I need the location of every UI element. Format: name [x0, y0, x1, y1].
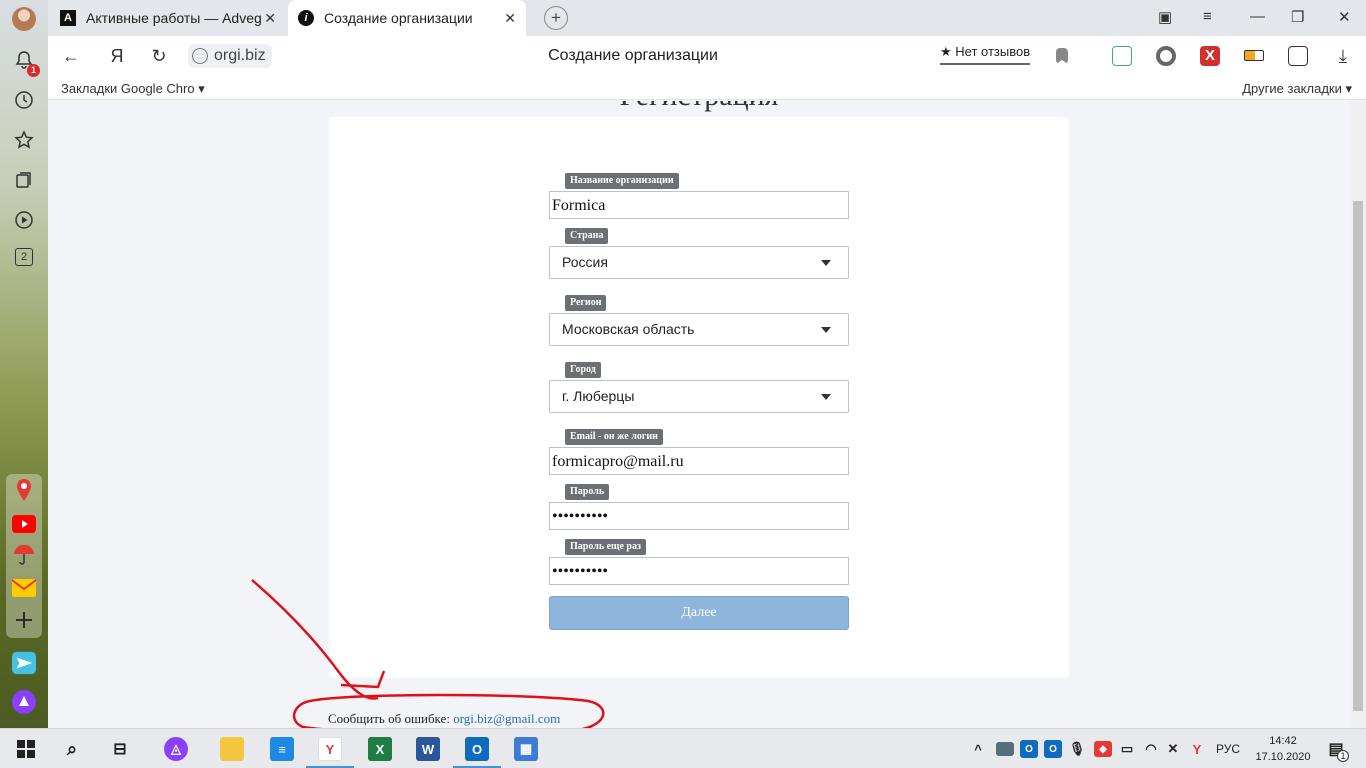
windows-taskbar: ⌕ ⊟ ◬ ≡ Y X W O ▦ ^ O O 🎙 ◆ ▭ ◠ ✕ Y РУС …	[0, 728, 1366, 768]
keyboard-language[interactable]: РУС	[1216, 742, 1240, 756]
other-bookmarks[interactable]: Другие закладки ▾	[1242, 81, 1352, 97]
tab-label: Создание организации	[324, 10, 473, 26]
tab-counter[interactable]: 2	[15, 248, 33, 266]
address-bar: ← Я ↻ orgi.biz Создание организации ★ Не…	[48, 36, 1366, 76]
alice-taskbar-icon[interactable]: ◬	[164, 737, 188, 761]
clipboard-extension-icon[interactable]	[1288, 46, 1308, 66]
tab-strip: A Активные работы — Advego ✕ i Создание …	[48, 0, 1366, 36]
region-value: Московская область	[562, 321, 695, 337]
alice-assistant-icon[interactable]	[12, 690, 36, 714]
task-view-icon[interactable]: ⊟	[108, 737, 132, 761]
city-label: Город	[565, 362, 601, 378]
bookmarks-bar: Закладки Google Chro ▾ Другие закладки ▾	[48, 76, 1366, 100]
profile-avatar[interactable]	[12, 7, 36, 31]
region-label: Регион	[565, 295, 607, 311]
tray-outlook-alt-icon[interactable]: O	[1044, 740, 1062, 758]
yandex-browser-taskbar-icon[interactable]: Y	[318, 737, 342, 761]
tab-create-organization[interactable]: i Создание организации ✕	[288, 0, 526, 36]
menu-hamburger-icon[interactable]: ≡	[1203, 8, 1212, 25]
region-select[interactable]: Московская область	[549, 313, 849, 346]
notifications-badge: 1	[27, 64, 40, 77]
report-error-label: Сообщить об ошибке:	[328, 711, 454, 726]
add-app-plus-icon[interactable]	[12, 609, 36, 631]
tray-volume-muted-icon[interactable]: ✕	[1164, 737, 1182, 761]
tray-chevron-up-icon[interactable]: ^	[970, 737, 986, 761]
chevron-down-icon	[821, 394, 831, 400]
close-x-extension-icon[interactable]: X	[1200, 46, 1220, 66]
tray-wifi-icon[interactable]: ◠	[1142, 737, 1160, 761]
youtube-icon[interactable]	[12, 513, 36, 535]
scroll-thumb[interactable]	[1353, 201, 1363, 711]
page-title: Создание организации	[548, 47, 718, 64]
password-repeat-label: Пароль еще раз	[565, 539, 647, 555]
restore-window-icon[interactable]: ❐	[1291, 8, 1304, 26]
video-play-icon[interactable]	[12, 208, 36, 232]
windows-start-icon[interactable]	[14, 737, 38, 761]
report-error-email-link[interactable]: orgi.biz@gmail.com	[453, 711, 560, 726]
registration-heading: Регистрация	[48, 101, 1350, 113]
clock-time: 14:42	[1269, 735, 1297, 747]
tab-close-icon[interactable]: ✕	[504, 10, 516, 27]
messenger-send-icon[interactable]	[12, 651, 36, 675]
file-explorer-icon[interactable]	[220, 737, 244, 761]
page-content: Регистрация Название организации Formica…	[48, 101, 1350, 728]
country-value: Россия	[562, 254, 608, 270]
tray-monitor-icon[interactable]	[996, 742, 1014, 756]
bookmarks-star-icon[interactable]	[12, 128, 36, 152]
tab-label: Активные работы — Advego	[86, 10, 261, 26]
minimize-icon[interactable]: —	[1250, 8, 1265, 25]
org-name-label: Название организации	[565, 173, 679, 189]
advego-favicon-icon: A	[60, 10, 76, 26]
close-window-icon[interactable]: ✕	[1338, 8, 1351, 26]
registration-card: Название организации Formica Страна Росс…	[329, 117, 1069, 678]
password-input[interactable]: ••••••••••	[549, 502, 849, 530]
org-name-input[interactable]: Formica	[549, 191, 849, 219]
tray-outlook-icon[interactable]: O	[1020, 740, 1038, 758]
city-select[interactable]: г. Люберцы	[549, 380, 849, 413]
tray-battery-icon[interactable]: ▭	[1118, 737, 1136, 761]
country-label: Страна	[565, 228, 609, 244]
outlook-icon[interactable]: O	[465, 737, 489, 761]
clock-date: 17.10.2020	[1255, 751, 1311, 763]
battery-extension-icon[interactable]	[1244, 50, 1264, 61]
password-repeat-input[interactable]: ••••••••••	[549, 557, 849, 585]
next-button[interactable]: Далее	[549, 596, 849, 630]
tray-yandex-icon[interactable]: Y	[1188, 737, 1206, 761]
notes-app-icon[interactable]: ≡	[270, 737, 294, 761]
email-input[interactable]: formicapro@mail.ru	[549, 447, 849, 475]
report-error-text: Сообщить об ошибке: orgi.biz@gmail.com	[328, 711, 560, 727]
reviews-button[interactable]: ★ Нет отзывов	[940, 44, 1031, 65]
browser-sidebar: 1 2	[0, 0, 48, 728]
city-value: г. Люберцы	[562, 388, 635, 404]
checklist-extension-icon[interactable]	[1112, 46, 1132, 66]
excel-icon[interactable]: X	[368, 737, 392, 761]
tab-advego[interactable]: A Активные работы — Advego ✕	[50, 0, 286, 36]
tab-close-icon[interactable]: ✕	[264, 10, 276, 27]
tabs-manager-icon[interactable]: ▣	[1158, 8, 1172, 26]
collections-icon[interactable]	[12, 168, 36, 192]
chevron-down-icon	[821, 260, 831, 266]
download-arrow-icon[interactable]: ⤓	[1332, 45, 1354, 67]
mail-envelope-icon[interactable]	[12, 577, 36, 599]
chevron-down-icon	[821, 327, 831, 333]
weather-umbrella-icon[interactable]	[12, 544, 36, 566]
tray-app-icon[interactable]: ◆	[1094, 741, 1112, 757]
email-label: Email - он же логин	[565, 429, 663, 445]
page-scrollbar[interactable]	[1350, 101, 1366, 728]
password-label: Пароль	[565, 484, 610, 500]
info-favicon-icon: i	[298, 10, 314, 26]
search-icon[interactable]: ⌕	[60, 737, 84, 761]
word-icon[interactable]: W	[416, 737, 440, 761]
maps-pin-icon[interactable]	[12, 479, 36, 501]
history-clock-icon[interactable]	[12, 88, 36, 112]
notification-count: 1	[1337, 750, 1349, 762]
system-clock[interactable]: 14:42 17.10.2020	[1254, 733, 1312, 765]
bookmarks-google-chrome[interactable]: Закладки Google Chro ▾	[61, 81, 205, 97]
circle-extension-icon[interactable]	[1156, 46, 1176, 66]
country-select[interactable]: Россия	[549, 246, 849, 279]
new-tab-button[interactable]: +	[544, 6, 568, 30]
calculator-icon[interactable]: ▦	[514, 737, 538, 761]
tray-microphone-icon[interactable]: 🎙	[1068, 737, 1086, 761]
